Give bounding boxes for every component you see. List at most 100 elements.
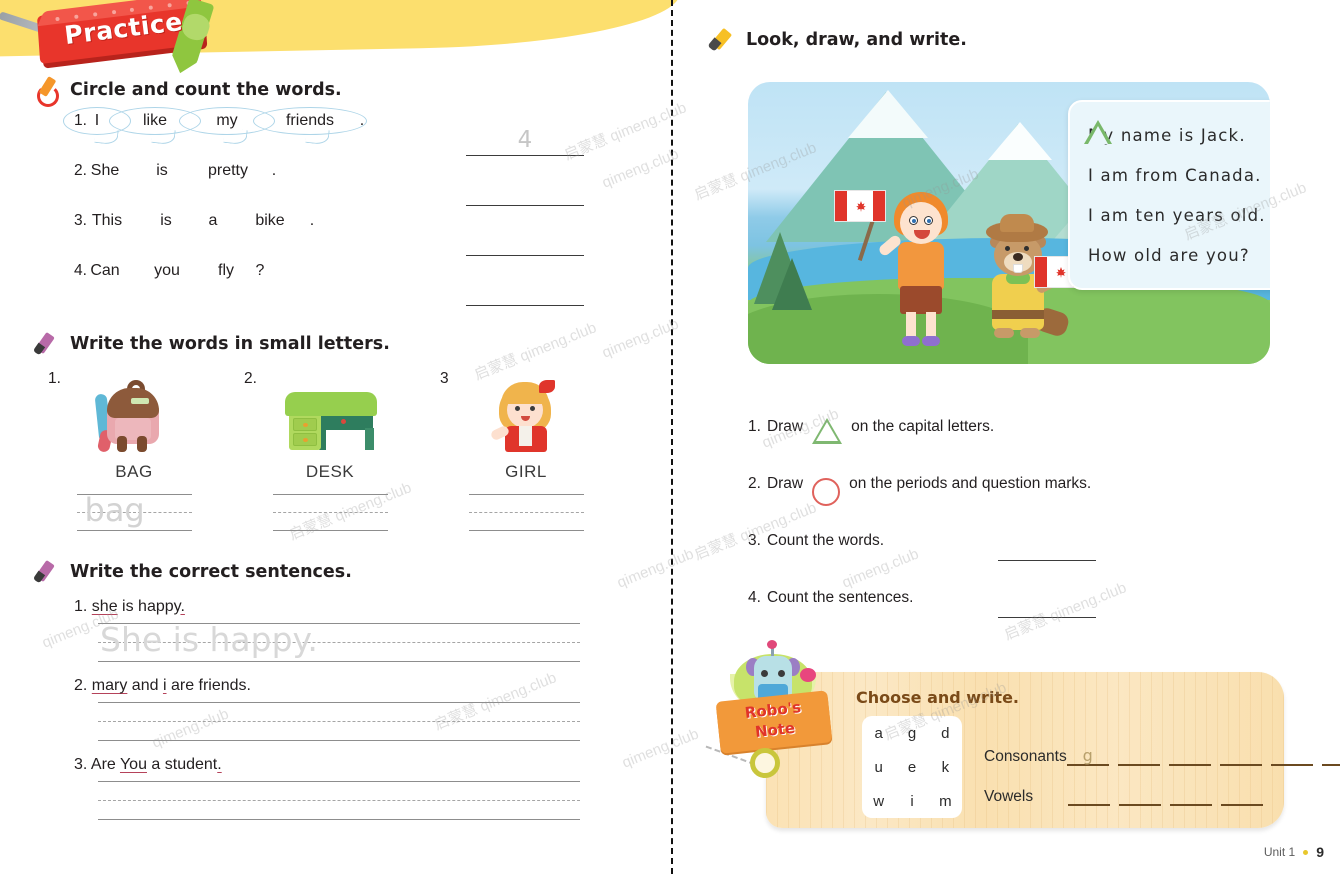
writing-lines[interactable] [98,702,580,742]
step-number: 1. [748,417,761,435]
robo-blank[interactable] [1270,747,1313,766]
step-text: Draw [766,474,804,492]
sentence-row: 1. Ilike my friends. 4 [36,107,636,162]
robo-blank[interactable] [1117,747,1160,766]
desk-image [275,378,385,450]
robo-blank[interactable] [1119,787,1161,806]
writing-lines[interactable]: She is happy. [98,620,580,663]
triangle-mark-icon [812,417,843,444]
punctuation: . [359,112,365,129]
word-token[interactable]: you [136,262,198,280]
row-number: 1. [74,598,92,615]
bubble-text-3: I am ten years old. [1088,206,1266,225]
sentence-row: 4. Can you fly? [36,262,636,312]
letter-cell[interactable]: g [908,725,916,742]
letter-cell[interactable]: m [939,793,952,810]
robo-blank[interactable]: g [1066,747,1109,766]
left-page: Practice Circle and count the words. 1. I… [0,0,681,874]
answer-blank[interactable] [466,305,584,306]
word-group: She is pretty. [74,162,280,180]
word-token[interactable]: fly [198,262,254,280]
step-text: Count the words. [766,531,885,549]
sentence-prompt: 3. Are You a student. [36,756,636,774]
word-group: Can you fly? [74,262,266,280]
right-page-heading: Look, draw, and write. [746,30,967,50]
robo-answer-rows: Consonants g Vowels [984,726,1340,806]
sentence-token: are friends. [166,677,251,694]
row-number: 3. [74,212,87,229]
word-token[interactable]: She [74,162,136,180]
robo-blank-group [1068,787,1263,806]
robos-note-card: Choose and write. a g d u e k w i m Consonants g V… [766,672,1340,828]
robo-blank[interactable] [1221,787,1263,806]
step-answer-blank[interactable] [998,617,1096,618]
word-token[interactable]: is [140,212,192,230]
robo-answer-row: Consonants g [984,726,1340,766]
picture-item-bag: 1. BAG bag [36,370,232,532]
exercise-2-heading: Write the words in small letters. [70,334,390,354]
step-answer-blank[interactable] [998,560,1096,561]
word-token[interactable]: This [74,212,140,230]
robos-note-title: Choose and write. [856,688,1020,707]
exercise-3-rows: 1. she is happy. She is happy. 2. mary and… [36,598,636,821]
trace-word-bag: bag [84,491,145,529]
word-token[interactable]: bike [234,212,306,230]
word-label: BAG [115,462,153,481]
writing-lines[interactable] [98,781,580,821]
word-token[interactable]: pretty [188,162,268,180]
exercise-2: Write the words in small letters. 1. BAG… [36,332,636,532]
sentence-row: 2. She is pretty. [36,162,636,212]
robo-blank[interactable] [1219,747,1262,766]
word-token[interactable]: a [192,212,234,230]
letter-cell[interactable]: a [874,725,882,742]
writing-line-desk[interactable] [272,494,388,532]
exercise-2-header: Write the words in small letters. [36,332,636,356]
page-number: 9 [1316,844,1324,860]
robo-blank[interactable] [1170,787,1212,806]
unit-label: Unit 1 [1263,845,1296,859]
exercise-1-heading: Circle and count the words. [70,80,342,100]
writing-line-girl[interactable] [468,494,584,532]
purple-pencil-icon [36,332,62,356]
error-token: You [119,756,147,773]
circle-mark-icon [812,477,841,506]
punctuation: . [271,162,277,179]
word-token[interactable]: Can [74,262,136,280]
word-token[interactable]: is [136,162,188,180]
word-token[interactable]: friends [253,107,367,135]
letter-cell[interactable]: k [942,759,950,776]
triangle-mark-icon [1084,120,1112,144]
correct-sentence-item: 1. she is happy. She is happy. [36,598,636,663]
step-text-after: on the capital letters. [851,417,995,435]
answer-blank[interactable] [466,255,584,256]
writing-line-bag[interactable]: bag [76,491,192,532]
picture-word-list: 1. BAG bag 2. DESK 3 GIRL [36,370,636,532]
right-page-header: Look, draw, and write. [712,28,967,52]
robo-blank[interactable] [1168,747,1211,766]
letter-cell[interactable]: i [910,793,913,810]
robo-row-label: Vowels [984,788,1034,805]
letter-grid[interactable]: a g d u e k w i m [862,716,962,818]
sentence-row: 3. This is a bike. [36,212,636,262]
scene-illustration: My name is Jack. I am from Canada. I am … [748,82,1270,364]
picture-item-desk: 2. DESK [232,370,428,532]
answer-blank[interactable] [466,205,584,206]
word-label: DESK [305,462,355,481]
letter-cell[interactable]: e [908,759,916,776]
row-number: 3. [74,756,91,773]
purple-pencil-icon [36,560,62,584]
robo-blank[interactable] [1321,747,1340,766]
word-label: GIRL [505,462,547,481]
beaver-character [976,214,1086,354]
answer-blank[interactable]: 4 [466,129,584,156]
draw-steps-list: 1. Draw on the capital letters. 2. Draw on … [748,398,1308,626]
robo-blank[interactable] [1068,787,1110,806]
punctuation: . [309,212,315,229]
letter-cell[interactable]: u [874,759,882,776]
letter-cell[interactable]: w [873,793,884,810]
step-number: 4. [748,588,761,606]
letter-cell[interactable]: d [941,725,949,742]
step-text: Count the sentences. [766,588,914,606]
boy-character [834,190,962,352]
backpack-image [79,378,189,454]
